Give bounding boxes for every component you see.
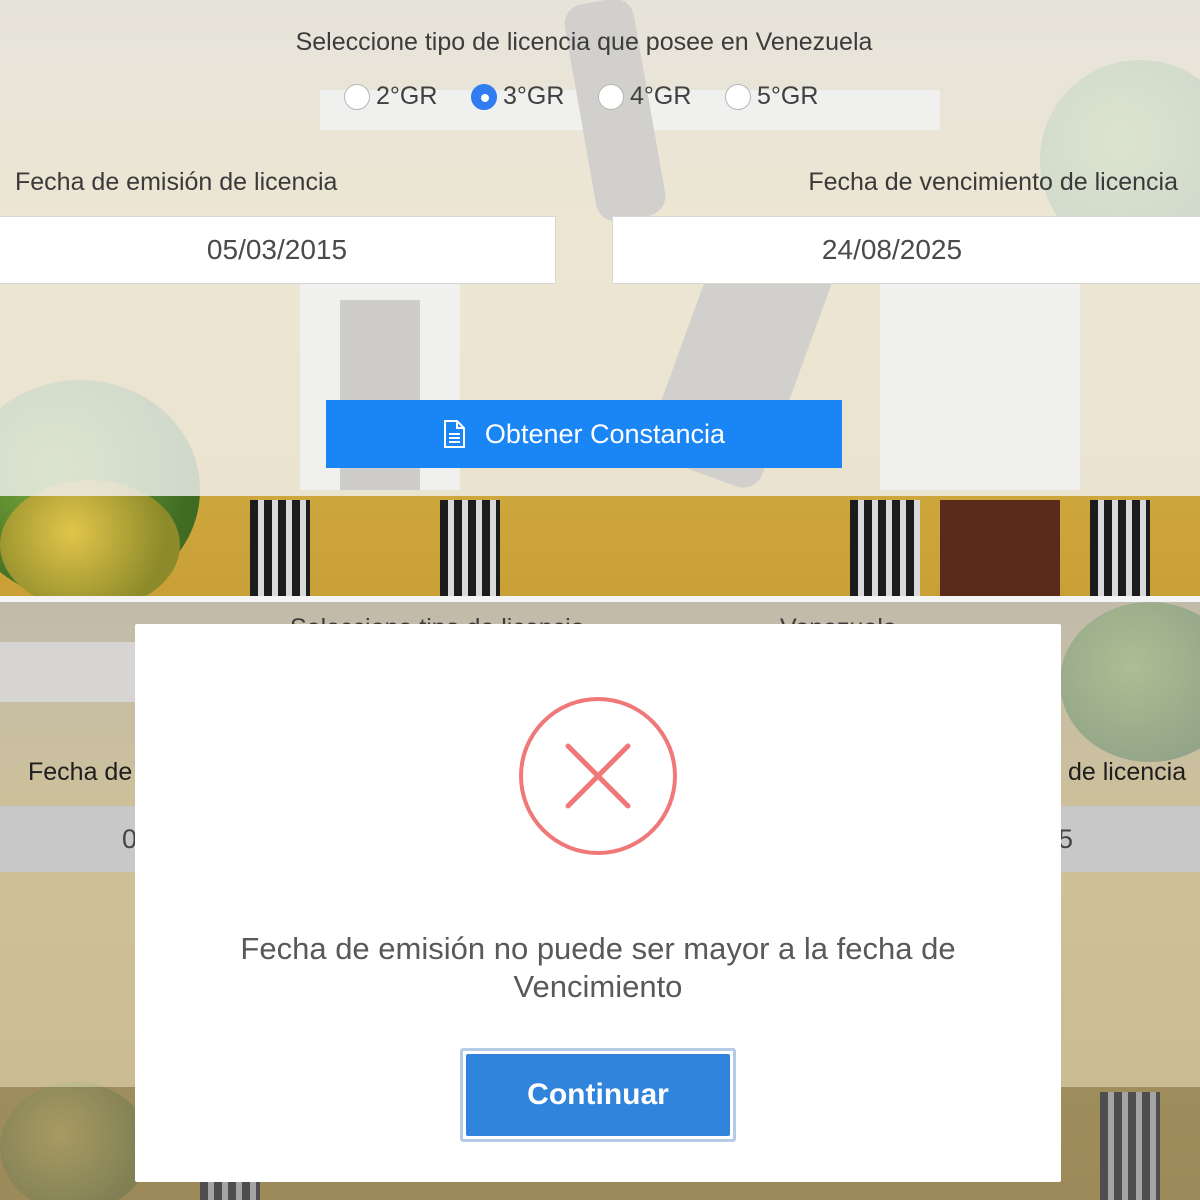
radio-4gr[interactable]: 4°GR xyxy=(598,82,725,111)
expiry-date-label: Fecha de vencimiento de licencia xyxy=(808,168,1178,196)
radio-2gr[interactable]: 2°GR xyxy=(344,82,471,111)
obtener-constancia-label: Obtener Constancia xyxy=(484,418,726,449)
radio-label: 4°GR xyxy=(630,82,692,110)
continuar-label: Continuar xyxy=(466,1054,730,1136)
license-type-radio-group: 2°GR 3°GR 4°GR 5°GR xyxy=(344,82,825,111)
radio-circle-icon[interactable] xyxy=(725,83,751,110)
error-dialog: Fecha de emisión no puede ser mayor a la… xyxy=(135,624,1061,1182)
background-expiry-input: 5 xyxy=(1058,806,1200,872)
issue-date-label: Fecha de emisión de licencia xyxy=(15,168,338,196)
obtener-constancia-button[interactable]: Obtener Constancia xyxy=(326,400,842,468)
error-message: Fecha de emisión no puede ser mayor a la… xyxy=(195,930,1001,1006)
background-expiry-label: de licencia xyxy=(1068,758,1187,786)
radio-3gr[interactable]: 3°GR xyxy=(471,82,598,111)
radio-label: 5°GR xyxy=(757,82,819,110)
license-form-screen: Seleccione tipo de licencia que posee en… xyxy=(0,0,1200,596)
error-message-line1: Fecha de emisión no puede ser mayor a la… xyxy=(240,931,956,966)
radio-circle-icon[interactable] xyxy=(344,83,370,110)
radio-circle-selected-icon[interactable] xyxy=(471,83,497,110)
radio-circle-icon[interactable] xyxy=(598,83,624,110)
error-message-line2: Vencimiento xyxy=(513,969,683,1004)
background-issue-input: 0 xyxy=(0,806,140,872)
document-icon xyxy=(443,420,465,448)
background-issue-label: Fecha de xyxy=(28,758,133,786)
expiry-date-input[interactable]: 24/08/2025 xyxy=(612,216,1200,284)
license-type-title: Seleccione tipo de licencia que posee en… xyxy=(295,28,873,56)
radio-5gr[interactable]: 5°GR xyxy=(725,82,825,111)
error-x-icon xyxy=(519,697,677,855)
issue-date-input[interactable]: 05/03/2015 xyxy=(0,216,556,284)
radio-label: 3°GR xyxy=(503,82,565,110)
continuar-button[interactable]: Continuar xyxy=(460,1048,736,1142)
radio-label: 2°GR xyxy=(376,82,438,110)
